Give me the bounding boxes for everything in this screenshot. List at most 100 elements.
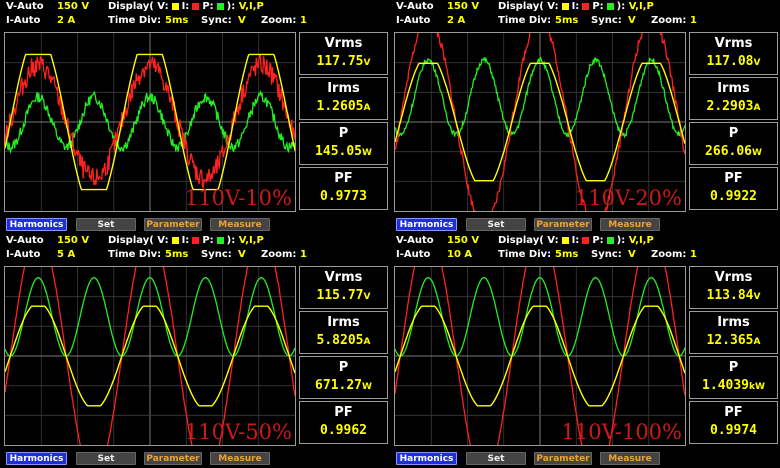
- display-prefix: Display(: [498, 235, 544, 246]
- header-row-1: V-Auto 150 V Display( V: I: P:): V,I,P: [0, 0, 390, 14]
- display-setting[interactable]: Display( V: I: P:): V,I,P: [108, 234, 264, 248]
- parameter-button[interactable]: Parameter: [534, 218, 592, 231]
- sync-label[interactable]: Sync:: [591, 14, 622, 28]
- v-key: V:: [157, 235, 169, 246]
- measure-button[interactable]: Measure: [600, 452, 660, 465]
- time-div-value[interactable]: 5ms: [165, 14, 188, 28]
- v-range-value[interactable]: 150 V: [447, 234, 479, 248]
- measure-button[interactable]: Measure: [210, 218, 270, 231]
- pf-box[interactable]: PF 0.9962: [299, 401, 388, 444]
- power-box[interactable]: P 145.05W: [299, 122, 388, 165]
- v-range-value[interactable]: 150 V: [447, 0, 479, 14]
- display-setting[interactable]: Display( V: I: P:): V,I,P: [108, 0, 264, 14]
- measurement-column: Vrms 113.84V Irms 12.365A P 1.4039kW PF …: [689, 266, 779, 446]
- v-auto-label[interactable]: V-Auto: [6, 0, 44, 14]
- v-auto-label[interactable]: V-Auto: [396, 0, 434, 14]
- sync-value[interactable]: V: [628, 248, 636, 262]
- i-range-value[interactable]: 2 A: [447, 14, 465, 28]
- parameter-button[interactable]: Parameter: [534, 452, 592, 465]
- display-setting[interactable]: Display( V: I: P:): V,I,P: [498, 0, 654, 14]
- zoom-label[interactable]: Zoom:: [651, 14, 686, 28]
- zoom-label[interactable]: Zoom:: [261, 248, 296, 262]
- i-auto-label[interactable]: I-Auto: [396, 14, 430, 28]
- analyzer-panel-1: V-Auto 150 V Display( V: I: P:): V,I,P I-A…: [0, 0, 390, 234]
- sync-value[interactable]: V: [238, 248, 246, 262]
- p-key: P:: [592, 1, 604, 12]
- pf-box[interactable]: PF 0.9773: [299, 167, 388, 210]
- sync-label[interactable]: Sync:: [591, 248, 622, 262]
- test-condition-label: 110V-100%: [561, 420, 682, 444]
- parameter-button[interactable]: Parameter: [144, 218, 202, 231]
- time-div-label[interactable]: Time Div:: [108, 248, 161, 262]
- display-suffix: ):: [226, 235, 236, 246]
- power-box[interactable]: P 671.27W: [299, 356, 388, 399]
- time-div-value[interactable]: 5ms: [165, 248, 188, 262]
- v-auto-label[interactable]: V-Auto: [396, 234, 434, 248]
- pf-value: 0.9922: [710, 189, 757, 204]
- irms-box[interactable]: Irms 12.365A: [689, 311, 778, 354]
- vrms-box[interactable]: Vrms 117.08V: [689, 32, 778, 75]
- set-button[interactable]: Set: [466, 218, 526, 231]
- voltage-color-icon: [171, 236, 179, 244]
- display-setting[interactable]: Display( V: I: P:): V,I,P: [498, 234, 654, 248]
- time-div-label[interactable]: Time Div:: [108, 14, 161, 28]
- sync-label[interactable]: Sync:: [201, 248, 232, 262]
- set-button[interactable]: Set: [76, 452, 136, 465]
- power-box[interactable]: P 1.4039kW: [689, 356, 778, 399]
- irms-box[interactable]: Irms 1.2605A: [299, 77, 388, 120]
- harmonics-button[interactable]: Harmonics: [396, 218, 457, 231]
- irms-box[interactable]: Irms 2.2903A: [689, 77, 778, 120]
- measurement-column: Vrms 117.75V Irms 1.2605A P 145.05W PF 0…: [299, 32, 389, 212]
- power-label: P: [728, 126, 739, 141]
- irms-box[interactable]: Irms 5.8205A: [299, 311, 388, 354]
- power-color-icon: [606, 2, 614, 10]
- analyzer-panel-2: V-Auto 150 V Display( V: I: P:): V,I,P I-A…: [390, 0, 780, 234]
- current-color-icon: [582, 236, 590, 244]
- time-div-label[interactable]: Time Div:: [498, 248, 551, 262]
- grid: [5, 267, 295, 445]
- display-value: V,I,P: [238, 235, 264, 246]
- time-div-value[interactable]: 5ms: [555, 14, 578, 28]
- header-row-2: I-Auto 2 A Time Div: 5ms Sync: V Zoom: 1: [390, 14, 780, 28]
- harmonics-button[interactable]: Harmonics: [396, 452, 457, 465]
- zoom-value[interactable]: 1: [690, 14, 697, 28]
- i-auto-label[interactable]: I-Auto: [6, 14, 40, 28]
- v-range-value[interactable]: 150 V: [57, 234, 89, 248]
- pf-label: PF: [334, 405, 353, 420]
- vrms-box[interactable]: Vrms 117.75V: [299, 32, 388, 75]
- pf-value: 0.9962: [320, 423, 367, 438]
- time-div-label[interactable]: Time Div:: [498, 14, 551, 28]
- vrms-box[interactable]: Vrms 115.77V: [299, 266, 388, 309]
- sync-label[interactable]: Sync:: [201, 14, 232, 28]
- measure-button[interactable]: Measure: [210, 452, 270, 465]
- i-range-value[interactable]: 10 A: [447, 248, 472, 262]
- time-div-value[interactable]: 5ms: [555, 248, 578, 262]
- power-box[interactable]: P 266.06W: [689, 122, 778, 165]
- v-key: V:: [157, 1, 169, 12]
- i-range-value[interactable]: 5 A: [57, 248, 75, 262]
- i-auto-label[interactable]: I-Auto: [6, 248, 40, 262]
- i-auto-label[interactable]: I-Auto: [396, 248, 430, 262]
- pf-box[interactable]: PF 0.9974: [689, 401, 778, 444]
- i-range-value[interactable]: 2 A: [57, 14, 75, 28]
- zoom-label[interactable]: Zoom:: [651, 248, 686, 262]
- v-range-value[interactable]: 150 V: [57, 0, 89, 14]
- zoom-value[interactable]: 1: [300, 248, 307, 262]
- display-prefix: Display(: [108, 1, 154, 12]
- harmonics-button[interactable]: Harmonics: [6, 218, 67, 231]
- zoom-value[interactable]: 1: [690, 248, 697, 262]
- measure-button[interactable]: Measure: [600, 218, 660, 231]
- v-auto-label[interactable]: V-Auto: [6, 234, 44, 248]
- sync-value[interactable]: V: [628, 14, 636, 28]
- display-prefix: Display(: [108, 235, 154, 246]
- zoom-label[interactable]: Zoom:: [261, 14, 296, 28]
- harmonics-button[interactable]: Harmonics: [6, 452, 67, 465]
- current-color-icon: [192, 2, 200, 10]
- set-button[interactable]: Set: [466, 452, 526, 465]
- pf-box[interactable]: PF 0.9922: [689, 167, 778, 210]
- vrms-box[interactable]: Vrms 113.84V: [689, 266, 778, 309]
- zoom-value[interactable]: 1: [300, 14, 307, 28]
- parameter-button[interactable]: Parameter: [144, 452, 202, 465]
- set-button[interactable]: Set: [76, 218, 136, 231]
- sync-value[interactable]: V: [238, 14, 246, 28]
